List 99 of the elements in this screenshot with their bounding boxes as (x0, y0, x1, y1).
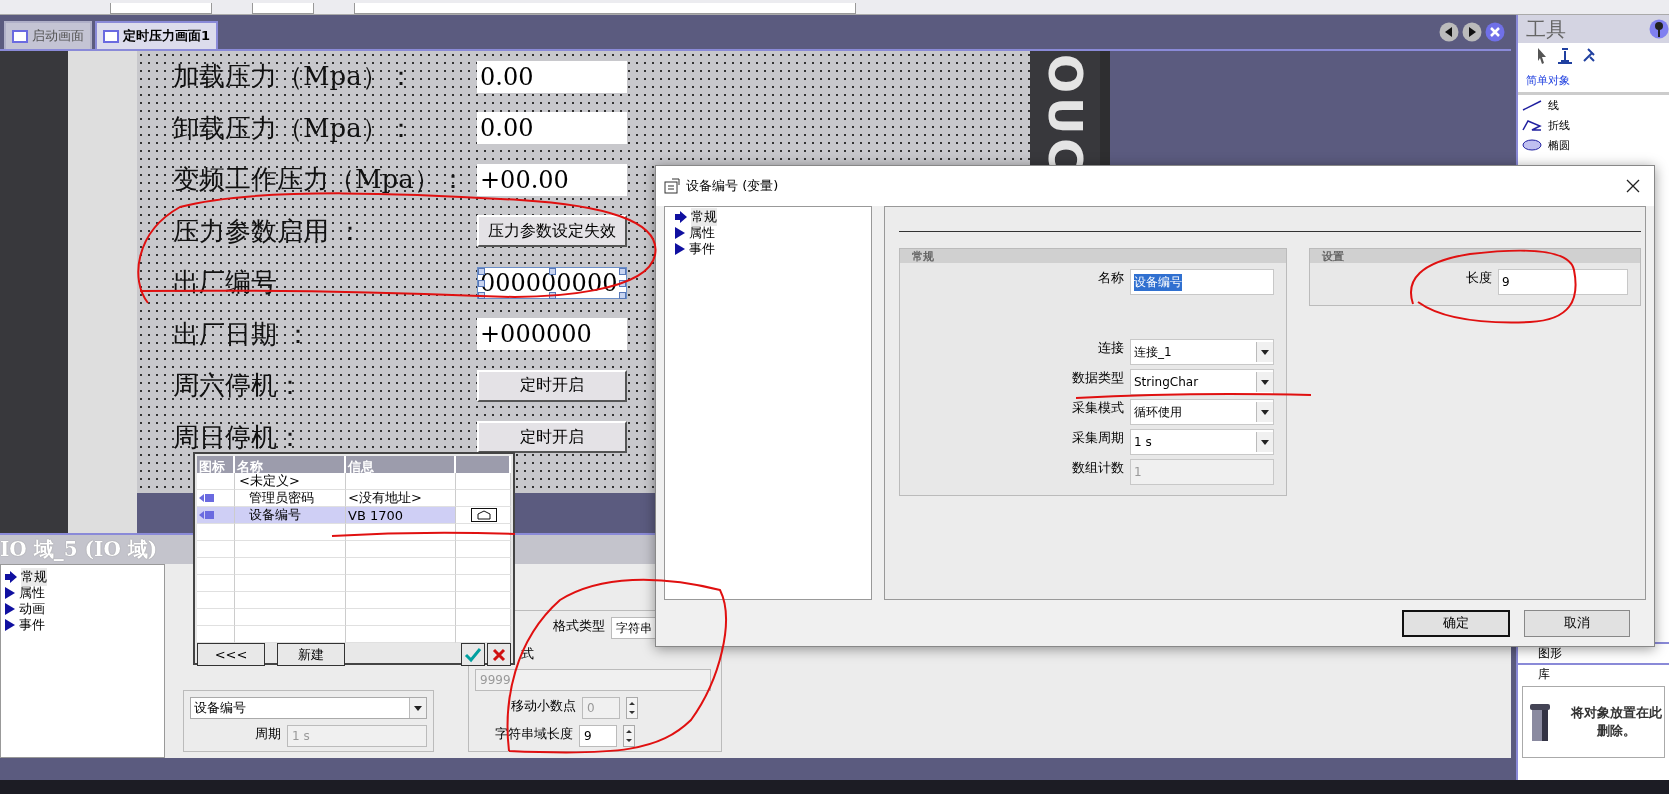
window-icon (664, 178, 680, 194)
field-label: 加载压力（Mpa）： (173, 60, 415, 94)
tree-item[interactable]: 常规 (691, 208, 717, 226)
section-label: 简单对象 (1518, 69, 1669, 95)
caret-icon[interactable] (1256, 342, 1273, 362)
close-icon[interactable] (1485, 22, 1505, 42)
io-field[interactable]: 0.00 (477, 112, 627, 145)
field-label: 卸载压力（Mpa）： (173, 111, 415, 145)
tree-item[interactable]: 属性 (689, 224, 715, 242)
field-label: 格式类型 (553, 617, 605, 635)
caret-icon[interactable] (1256, 432, 1273, 452)
tag-dropdown[interactable]: 设备编号 (190, 697, 427, 719)
ok-button[interactable]: 确定 (1402, 609, 1510, 637)
number-field[interactable]: 9 (579, 725, 617, 747)
resize-handle[interactable] (549, 267, 556, 275)
arrow-icon (5, 571, 17, 583)
table-cell (456, 473, 511, 490)
dropdown[interactable]: 1 s (1130, 429, 1274, 455)
text-field[interactable]: 9 (1498, 269, 1628, 295)
caret-icon[interactable] (1256, 372, 1273, 392)
screen-button[interactable]: 压力参数设定失效 (477, 215, 627, 248)
caret-icon[interactable] (1256, 402, 1273, 422)
group-title: 设置 (1310, 249, 1640, 263)
ellipse-icon (1522, 139, 1542, 151)
group-title: 常规 (900, 249, 1286, 263)
edit-icon[interactable] (471, 508, 497, 522)
screen-button[interactable]: 定时开启 (477, 421, 627, 454)
toolbar-field[interactable] (110, 3, 212, 14)
screen-tab[interactable]: 启动画面 (4, 21, 92, 49)
spinner-icon[interactable] (626, 697, 638, 719)
check-icon[interactable] (461, 643, 485, 666)
field-label: 数据类型 (1072, 369, 1124, 387)
field-label: 周日停机： (173, 420, 304, 454)
tag-icon (199, 493, 215, 503)
close-icon[interactable] (1626, 179, 1640, 193)
tag-icon (199, 510, 215, 520)
screen-button[interactable]: 定时开启 (477, 369, 627, 402)
triangle-icon (5, 587, 15, 599)
triangle-icon (5, 603, 15, 615)
polyline-icon (1522, 119, 1542, 131)
dropdown[interactable]: 循环使用 (1130, 399, 1274, 425)
tool-item[interactable]: 线 (1518, 95, 1669, 115)
dropdown[interactable]: 连接_1 (1130, 339, 1274, 365)
io-field[interactable]: +000000 (477, 318, 627, 351)
field-label: 压力参数启用 ： (173, 214, 365, 248)
tree-item[interactable]: 属性 (19, 584, 45, 602)
close-icon[interactable] (487, 643, 511, 666)
caret-icon[interactable] (409, 698, 426, 718)
pin-icon[interactable] (1649, 19, 1669, 39)
field-label: 周六停机： (173, 369, 304, 403)
field-label: 变频工作压力（Mpa）： (173, 163, 467, 197)
text-field[interactable]: 设备编号 (1130, 269, 1274, 295)
tree-item[interactable]: 动画 (19, 600, 45, 618)
toolbar-field[interactable] (252, 3, 314, 14)
number-field: 0 (582, 697, 620, 719)
io-field[interactable]: 000000000 (477, 266, 627, 299)
trash-icon (1529, 702, 1551, 742)
io-field[interactable]: +00.00 (477, 163, 627, 196)
table-cell[interactable]: 设备编号 (235, 507, 346, 524)
tool-item[interactable]: 折线 (1518, 115, 1669, 135)
dropdown[interactable]: StringChar (1130, 369, 1274, 395)
popup-button[interactable]: 新建 (277, 643, 345, 666)
field-label: 采集周期 (1072, 429, 1124, 447)
field-label: 出厂日期 ： (173, 317, 313, 351)
field-label: 周期 (255, 725, 281, 743)
triangle-icon (675, 243, 685, 255)
tree-item[interactable]: 事件 (19, 616, 45, 634)
spinner-icon[interactable] (623, 725, 635, 747)
popup-button[interactable]: <<< (197, 643, 265, 666)
io-field[interactable]: 0.00 (477, 60, 627, 93)
table-cell: <没有地址> (346, 490, 456, 507)
tool-item[interactable]: 椭圆 (1518, 135, 1669, 155)
table-cell[interactable]: 管理员密码 (235, 490, 346, 507)
arrow-icon (675, 211, 687, 223)
window-title: 设备编号 (变量) (686, 177, 779, 195)
period-field: 1 s (287, 725, 427, 747)
screen-tab[interactable]: 定时压力画面1 (95, 21, 219, 49)
cancel-button[interactable]: 取消 (1524, 609, 1630, 637)
format-pattern-field: 9999 (475, 669, 711, 691)
triangle-icon (5, 619, 15, 631)
field-label: 数组计数 (1072, 459, 1124, 477)
resize-handle[interactable] (549, 291, 556, 299)
next-icon[interactable] (1462, 22, 1482, 42)
tree-item[interactable]: 事件 (689, 240, 715, 258)
hint-text: 将对象放置在此 删除。 (1571, 704, 1662, 740)
field-label: 连接 (1098, 339, 1124, 357)
tree-item[interactable]: 常规 (21, 568, 47, 586)
table-cell: VB 1700 (346, 507, 456, 524)
field-label: 长度 (1466, 269, 1492, 287)
line-icon (1522, 99, 1542, 111)
toolbar-field[interactable] (354, 3, 856, 14)
field-label: 名称 (1098, 269, 1124, 287)
field-label: 式 (521, 645, 534, 663)
rotated-label: OUC (1039, 53, 1091, 177)
field-label: 采集模式 (1072, 399, 1124, 417)
previous-icon[interactable] (1439, 22, 1459, 42)
triangle-icon (675, 227, 685, 239)
panel-title: 工具 (1526, 15, 1566, 43)
field-label: 移动小数点 (511, 697, 576, 715)
